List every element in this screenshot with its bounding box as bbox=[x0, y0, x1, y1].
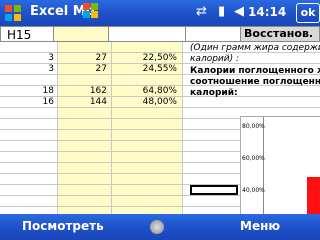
table-cell[interactable]: 3 bbox=[0, 64, 54, 74]
table-cell[interactable]: 64,80% bbox=[111, 86, 177, 96]
header-cell[interactable] bbox=[108, 26, 186, 42]
clock[interactable]: 14:14 bbox=[248, 5, 286, 19]
table-cell[interactable]: 3 bbox=[0, 53, 54, 63]
embedded-chart[interactable]: 80,00% 60,00% 40,00% bbox=[240, 116, 320, 217]
grid-line bbox=[0, 107, 320, 108]
title-bar: Excel Mo ⇄ ▮ ◀ 14:14 ok bbox=[0, 0, 320, 26]
table-cell[interactable]: 162 bbox=[57, 86, 107, 96]
chart-tick-label: 80,00% bbox=[242, 123, 265, 130]
view-menu-button[interactable]: Посмотреть bbox=[22, 219, 104, 233]
volume-icon[interactable]: ◀ bbox=[234, 4, 244, 19]
selected-cell[interactable] bbox=[190, 185, 238, 195]
excel-icon bbox=[83, 3, 98, 18]
keyboard-icon[interactable] bbox=[150, 220, 164, 234]
signal-icon[interactable]: ▮ bbox=[218, 4, 225, 19]
ok-button[interactable]: ok bbox=[296, 3, 320, 23]
note-line: (Один грамм жира содержит bbox=[190, 43, 320, 53]
description-line: соотношение поглощенн bbox=[190, 77, 320, 87]
cell-reference-box[interactable]: H15 bbox=[0, 26, 54, 42]
table-cell[interactable]: 16 bbox=[0, 97, 54, 107]
restore-button[interactable]: Восстанов. bbox=[240, 26, 320, 42]
menu-bar: Посмотреть Меню bbox=[0, 214, 320, 240]
chart-bar bbox=[307, 177, 320, 217]
table-cell[interactable]: 27 bbox=[57, 53, 107, 63]
description-line: калорий: bbox=[190, 88, 238, 98]
menu-button[interactable]: Меню bbox=[240, 219, 280, 233]
header-cell[interactable] bbox=[54, 26, 108, 42]
grid-line bbox=[182, 42, 183, 214]
chart-tick-label: 40,00% bbox=[242, 187, 265, 194]
chart-tick-label: 60,00% bbox=[242, 155, 265, 162]
windows-start-icon[interactable] bbox=[2, 2, 24, 24]
table-cell[interactable]: 22,50% bbox=[111, 53, 177, 63]
table-cell[interactable]: 144 bbox=[57, 97, 107, 107]
table-cell[interactable]: 27 bbox=[57, 64, 107, 74]
table-cell[interactable]: 18 bbox=[0, 86, 54, 96]
table-cell[interactable]: 24,55% bbox=[111, 64, 177, 74]
table-cell[interactable]: 48,00% bbox=[111, 97, 177, 107]
chart-axis bbox=[263, 117, 264, 217]
header-cell[interactable] bbox=[186, 26, 240, 42]
description-line: Калории поглощенного ж bbox=[190, 66, 320, 76]
sync-icon[interactable]: ⇄ bbox=[196, 4, 207, 19]
note-line: калорий) : bbox=[190, 54, 240, 64]
